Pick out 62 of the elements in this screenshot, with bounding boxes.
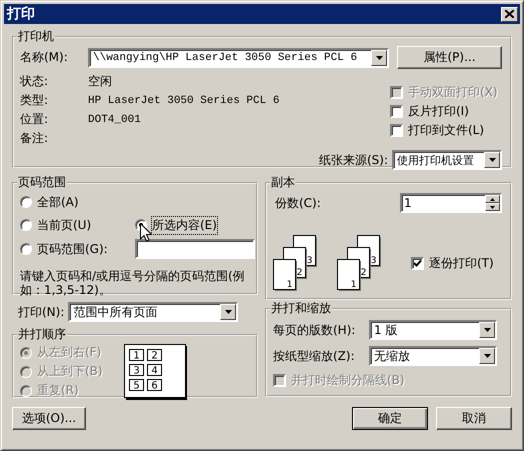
zoom-dropdown[interactable]: 1 版 [369,320,497,340]
spin-up-icon[interactable] [485,195,500,203]
copies-value: 1 [404,196,413,210]
radio-label: 当前页(U) [37,216,92,234]
page-range-hint: 请键入页码和/或用逗号分隔的页码范围(例如：1,3,5-12)。 [20,269,246,297]
checkbox-label: 打印到文件(L) [408,122,484,139]
close-button[interactable] [501,6,518,22]
printer-name-dropdown[interactable]: \\wangying\HP LaserJet 3050 Series PCL 6 [88,48,390,68]
page-range-field[interactable] [135,239,255,259]
info-label: 备注: [20,130,50,147]
paper-source-label: 纸张来源(S): [318,152,388,168]
checkbox[interactable] [411,256,424,270]
radio-button[interactable] [20,196,32,208]
window-title: 打印 [7,5,35,23]
print-label: 打印(N): [18,304,64,320]
checkbox-label: 手动双面打印(X) [408,84,498,101]
radio-label: 重复(R) [37,382,79,399]
zoom-value: 1 版 [374,322,398,338]
zoom-label: 每页的版数(H): [273,322,356,338]
print-dropdown[interactable]: 范围中所有页面 [68,302,238,322]
info-value: 空闲 [88,73,112,90]
spin-down-icon[interactable] [485,203,500,211]
radio-label: 页码范围(G): [37,240,108,258]
radio-label: 所选内容(E) [152,216,217,234]
ok-button[interactable]: 确定 [352,407,428,430]
info-label: 类型: [20,92,50,109]
copies-label: 份数(C): [275,194,321,212]
paper-source-value: 使用打印机设置 [397,152,475,168]
group-title: 并打顺序 [17,326,67,343]
name-label: 名称(M): [20,49,69,66]
zoom-value: 无缩放 [374,348,411,364]
group-title: 副本 [270,174,296,191]
page-layout-drawing: 1 2 3 4 5 6 [124,344,188,400]
options-button[interactable]: 选项(O)... [12,407,86,430]
zoom-dropdown[interactable]: 无缩放 [369,346,497,366]
properties-button[interactable]: 属性(P)... [397,46,502,69]
checkbox-label: 并打时绘制分隔线(B) [291,372,405,389]
group-title: 打印机 [17,28,55,45]
collated-pages-drawing: 3 2 1 [337,235,383,291]
radio-label: 从左到右(F) [37,344,102,361]
group-title: 页码范围 [17,174,67,191]
info-value: DOT4_001 [88,114,141,126]
checkbox-label: 逐份打印(T) [429,254,494,272]
checkbox[interactable] [390,124,403,137]
close-icon [505,10,514,18]
group-title: 并打和缩放 [270,300,332,317]
zoom-label: 按纸型缩放(Z): [273,348,356,364]
radio-label: 从上到下(B) [37,363,103,380]
info-label: 状态: [20,73,50,90]
print-value: 范围中所有页面 [73,304,158,320]
checkbox-label: 反片打印(I) [408,103,469,120]
copies-spinner[interactable]: 1 [400,193,502,213]
checkbox[interactable] [390,105,403,118]
radio-button[interactable] [20,219,32,231]
info-value: HP LaserJet 3050 Series PCL 6 [88,94,280,106]
info-label: 位置: [20,111,50,128]
cancel-button[interactable]: 取消 [436,407,512,430]
paper-source-dropdown[interactable]: 使用打印机设置 [392,150,502,170]
radio-label: 全部(A) [37,194,79,210]
printer-name-value: \\wangying\HP LaserJet 3050 Series PCL 6 [93,52,358,64]
radio-button[interactable] [20,243,32,255]
collated-pages-drawing: 3 2 1 [273,235,319,291]
